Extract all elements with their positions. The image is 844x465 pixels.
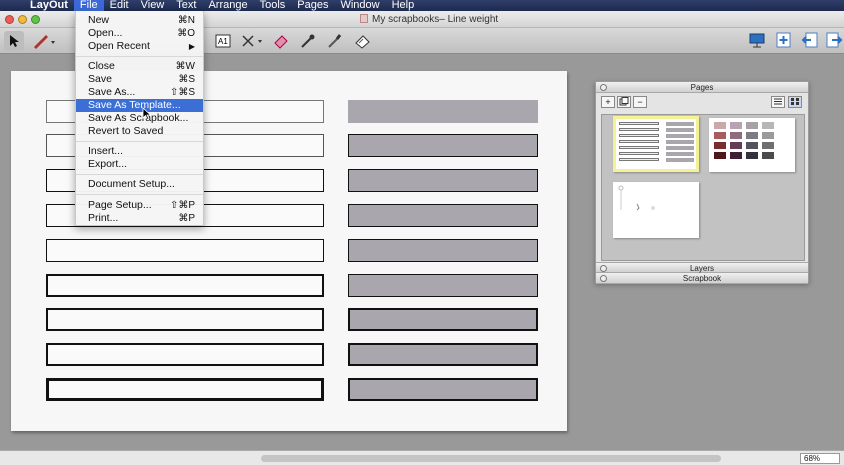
menu-item-revert[interactable]: Revert to Saved [76,125,203,138]
filled-rectangle-sample[interactable] [348,274,538,297]
line-weight-sample[interactable] [46,239,324,262]
style-icon[interactable] [352,31,372,51]
menu-item-new[interactable]: New ⌘N [76,14,203,27]
layers-panel-header[interactable]: Layers [596,262,808,273]
thumbnail-view-icon[interactable] [788,96,802,108]
dimension-icon[interactable] [240,31,266,51]
previous-page-icon[interactable] [801,32,819,48]
eyedropper-icon[interactable] [298,31,318,51]
page-thumbnail-colors[interactable] [709,118,795,172]
close-window-button[interactable] [5,15,14,24]
page-thumbnails [601,114,805,261]
paint-bucket-icon[interactable] [325,31,345,51]
horizontal-scrollbar[interactable]: 68% [0,450,844,465]
pages-palette-title: Pages [690,83,714,92]
remove-page-button[interactable]: − [633,96,647,108]
page-thumbnail-blank[interactable] [613,182,699,238]
pencil-icon[interactable] [30,31,58,51]
menu-item-insert[interactable]: Insert... [76,145,203,158]
eraser-icon[interactable] [271,31,291,51]
submenu-arrow-icon: ▶ [188,42,195,51]
window-title: My scrapbooks– Line weight [360,14,498,25]
menu-item-print[interactable]: Print... ⌘P [76,212,203,225]
pages-palette-header[interactable]: Pages [596,82,808,93]
window-title-text: My scrapbooks– Line weight [372,14,499,25]
scrapbook-title: Scrapbook [682,274,722,283]
filled-rectangle-sample[interactable] [348,343,538,366]
menu-item-save[interactable]: Save ⌘S [76,73,203,86]
menu-view[interactable]: View [135,0,171,11]
arrow-select-icon[interactable] [4,31,24,51]
menu-arrange[interactable]: Arrange [202,0,253,11]
collapse-icon[interactable] [600,84,607,91]
menu-pages[interactable]: Pages [291,0,334,11]
menu-item-open-recent[interactable]: Open Recent ▶ [76,40,203,53]
filled-rectangle-sample[interactable] [348,378,538,401]
pages-palette: Pages + − Layers Scrapbook [595,81,809,284]
scrollbar-thumb[interactable] [261,455,721,462]
menu-file[interactable]: File [73,0,104,11]
list-view-icon[interactable] [771,96,785,108]
menu-window[interactable]: Window [334,0,385,11]
line-weight-sample[interactable] [46,274,324,297]
menu-text[interactable]: Text [170,0,202,11]
menu-item-page-setup[interactable]: Page Setup... ⇧⌘P [76,199,203,212]
scrapbook-panel-header[interactable]: Scrapbook [596,273,808,284]
filled-rectangle-sample[interactable] [348,308,538,331]
next-page-icon[interactable] [825,32,843,48]
menu-item-document-setup[interactable]: Document Setup... [76,178,203,191]
duplicate-page-icon[interactable] [617,96,631,108]
filled-rectangle-sample[interactable] [348,239,538,262]
zoom-level-field[interactable]: 68% [800,453,840,464]
line-weight-sample[interactable] [46,378,324,401]
menu-tools[interactable]: Tools [254,0,292,11]
page-thumbnail-line-weight[interactable] [613,116,699,172]
menu-bar: LayOut File Edit View Text Arrange Tools… [0,0,844,11]
svg-text:A1: A1 [218,37,228,46]
menu-help[interactable]: Help [386,0,421,11]
mouse-cursor-icon [142,107,152,121]
filled-rectangle-sample[interactable] [348,169,538,192]
presentation-icon[interactable] [748,32,766,48]
document-icon [360,14,368,23]
file-menu-dropdown: New ⌘N Open... ⌘O Open Recent ▶ Close ⌘W Sav… [75,11,204,226]
line-weight-sample[interactable] [46,308,324,331]
filled-rectangle-sample[interactable] [348,100,538,123]
menu-item-close[interactable]: Close ⌘W [76,60,203,73]
layers-title: Layers [689,264,714,273]
add-page-button[interactable]: + [601,96,615,108]
menu-app[interactable]: LayOut [24,0,74,11]
add-page-icon[interactable] [775,32,793,48]
collapse-icon[interactable] [600,275,607,282]
line-weight-sample[interactable] [46,343,324,366]
menu-item-save-as[interactable]: Save As... ⇧⌘S [76,86,203,99]
menu-item-save-as-template[interactable]: Save As Template... [76,99,203,112]
text-icon[interactable]: A1 [214,31,232,51]
minimize-window-button[interactable] [18,15,27,24]
menu-item-export[interactable]: Export... [76,158,203,171]
menu-item-open[interactable]: Open... ⌘O [76,27,203,40]
filled-rectangle-sample[interactable] [348,134,538,157]
collapse-icon[interactable] [600,265,607,272]
zoom-window-button[interactable] [31,15,40,24]
menu-edit[interactable]: Edit [104,0,135,11]
menu-item-save-as-scrapbook[interactable]: Save As Scrapbook... [76,112,203,125]
filled-rectangle-sample[interactable] [348,204,538,227]
